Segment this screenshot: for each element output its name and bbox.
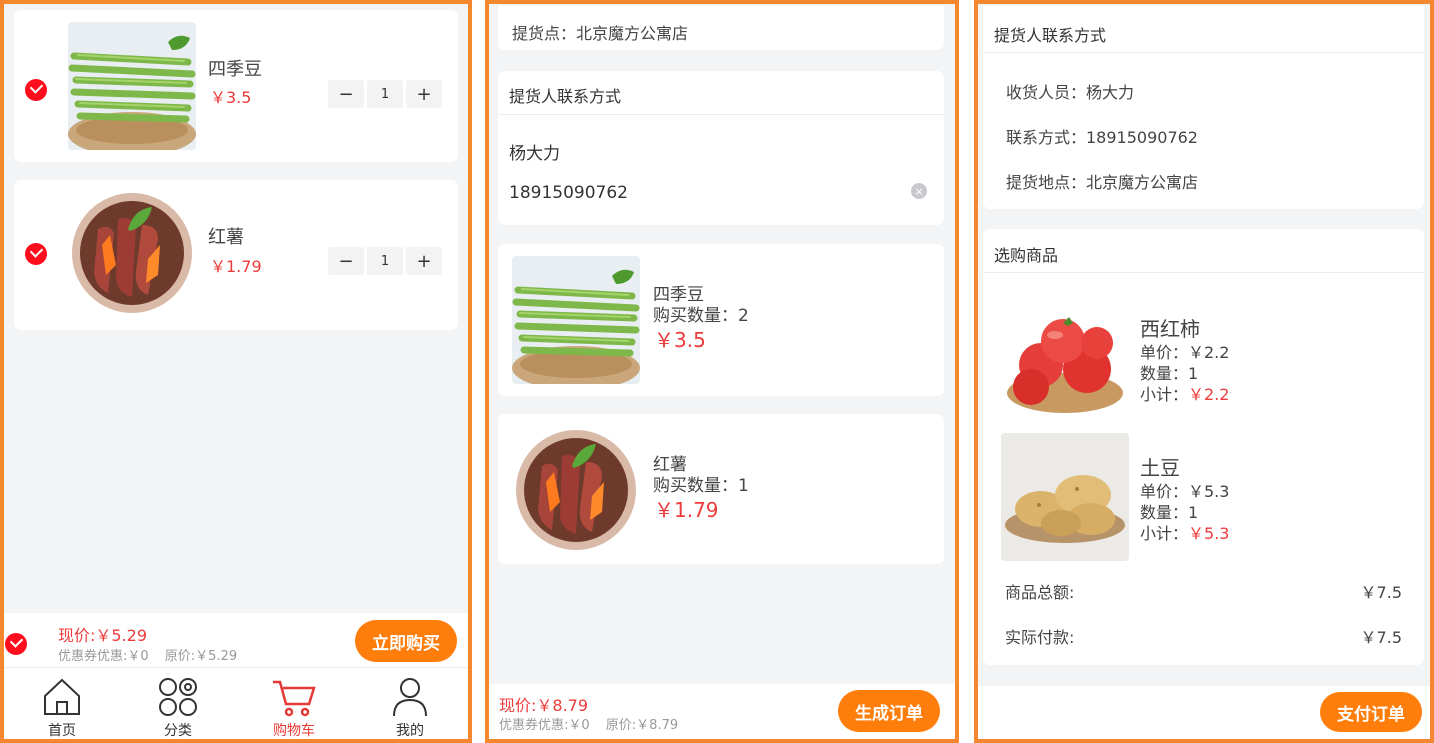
pay-bar: 支付订单 bbox=[978, 686, 1430, 739]
divider bbox=[983, 272, 1424, 273]
tab-label: 分类 bbox=[164, 723, 192, 739]
pickup-location: 提货地点：北京魔方公寓店 bbox=[1006, 173, 1199, 192]
user-icon bbox=[393, 678, 427, 717]
sweet-potato-image bbox=[68, 189, 196, 317]
item-name: 四季豆 bbox=[208, 59, 262, 80]
divider bbox=[498, 114, 944, 115]
contact-name-field[interactable]: 杨大力 bbox=[509, 139, 560, 164]
item-quantity: 购买数量：1 bbox=[653, 476, 749, 496]
subtotal-label: 小计： bbox=[1140, 524, 1189, 543]
goods-card: 选购商品 西红柿 单价：￥2.2 数量：1 小计：￥2.2 土豆 单价：￥5.3… bbox=[983, 229, 1424, 665]
pickup-point: 提货点：北京魔方公寓店 bbox=[512, 24, 689, 43]
tab-cart[interactable]: 购物车 bbox=[236, 668, 352, 739]
section-title: 选购商品 bbox=[994, 246, 1059, 265]
item-quantity: 购买数量：2 bbox=[653, 306, 749, 326]
create-order-button[interactable]: 生成订单 bbox=[838, 690, 940, 732]
increase-button[interactable]: + bbox=[406, 247, 442, 275]
tab-category[interactable]: 分类 bbox=[120, 668, 236, 739]
coupon-discount: 优惠券优惠:￥0 bbox=[499, 718, 590, 733]
coupon-discount: 优惠券优惠:￥0 bbox=[58, 649, 149, 664]
payment-screen: 提货人联系方式 收货人员：杨大力 联系方式：18915090762 提货地点：北… bbox=[974, 0, 1434, 743]
cart-icon bbox=[273, 680, 316, 717]
checked-icon[interactable] bbox=[25, 243, 47, 265]
original-price: 原价:￥8.79 bbox=[605, 718, 679, 733]
quantity-value[interactable]: 1 bbox=[367, 80, 403, 108]
tab-bar: 首页 分类 购物车 我的 bbox=[4, 667, 468, 739]
cart-screen: 四季豆 ￥3.5 − 1 + 红薯 ￥1.79 − 1 + 现价:￥5.29 优… bbox=[0, 0, 472, 743]
item-price: ￥1.79 bbox=[654, 498, 719, 522]
checkout-bar: 现价:￥8.79 优惠券优惠:￥0 原价:￥8.79 生成订单 bbox=[489, 684, 955, 739]
green-beans-image bbox=[512, 256, 640, 384]
pay-order-button[interactable]: 支付订单 bbox=[1320, 692, 1422, 732]
item-name: 西红柿 bbox=[1140, 317, 1200, 341]
section-title: 提货人联系方式 bbox=[509, 87, 622, 106]
quantity-stepper: − 1 + bbox=[328, 80, 442, 108]
contact-phone-field[interactable]: 18915090762 bbox=[509, 183, 628, 203]
home-icon bbox=[44, 678, 80, 715]
tab-home[interactable]: 首页 bbox=[4, 668, 120, 739]
item-name: 土豆 bbox=[1140, 456, 1180, 480]
increase-button[interactable]: + bbox=[406, 80, 442, 108]
clear-icon[interactable]: × bbox=[911, 183, 927, 199]
buy-now-button[interactable]: 立即购买 bbox=[355, 620, 457, 662]
decrease-button[interactable]: − bbox=[328, 80, 364, 108]
actual-payment-label: 实际付款: bbox=[1005, 628, 1075, 647]
receiver-name: 收货人员：杨大力 bbox=[1006, 83, 1135, 102]
potatoes-image bbox=[1001, 433, 1129, 561]
goods-total-label: 商品总额: bbox=[1005, 583, 1075, 602]
item-price: ￥3.5 bbox=[210, 88, 252, 107]
divider bbox=[983, 52, 1424, 53]
subtotal-value: ￥5.3 bbox=[1188, 524, 1230, 543]
subtotal-value: ￥2.2 bbox=[1188, 385, 1230, 404]
decrease-button[interactable]: − bbox=[328, 247, 364, 275]
tab-label: 首页 bbox=[48, 723, 76, 739]
tab-label: 购物车 bbox=[273, 723, 315, 739]
cart-item-card: 四季豆 ￥3.5 − 1 + bbox=[14, 10, 458, 162]
receiver-phone: 联系方式：18915090762 bbox=[1006, 128, 1198, 147]
tab-label: 我的 bbox=[396, 723, 424, 739]
price-breakdown: 优惠券优惠:￥0 原价:￥5.29 bbox=[58, 645, 249, 664]
select-all-icon[interactable] bbox=[5, 633, 27, 655]
order-item-card: 四季豆 购买数量：2 ￥3.5 bbox=[498, 244, 944, 396]
item-subtotal: 小计：￥2.2 bbox=[1140, 381, 1229, 405]
actual-payment-value: ￥7.5 bbox=[1360, 628, 1402, 647]
current-price: 现价:￥5.29 bbox=[58, 626, 148, 645]
price-breakdown: 优惠券优惠:￥0 原价:￥8.79 bbox=[499, 714, 690, 733]
green-beans-image bbox=[68, 22, 196, 150]
order-screen: 提货点：北京魔方公寓店 提货人联系方式 杨大力 18915090762 × 四季… bbox=[485, 0, 959, 743]
original-price: 原价:￥5.29 bbox=[164, 649, 238, 664]
tomatoes-image bbox=[1001, 297, 1129, 425]
goods-total-row: 商品总额: ￥7.5 bbox=[1005, 579, 1402, 603]
cart-item-card: 红薯 ￥1.79 − 1 + bbox=[14, 180, 458, 330]
goods-total-value: ￥7.5 bbox=[1360, 583, 1402, 602]
checkout-bar: 现价:￥5.29 优惠券优惠:￥0 原价:￥5.29 立即购买 bbox=[4, 613, 468, 671]
sweet-potato-image bbox=[512, 426, 640, 554]
tab-profile[interactable]: 我的 bbox=[352, 668, 468, 739]
contact-card: 提货人联系方式 杨大力 18915090762 × bbox=[498, 71, 944, 225]
order-item-card: 红薯 购买数量：1 ￥1.79 bbox=[498, 414, 944, 564]
checked-icon[interactable] bbox=[25, 79, 47, 101]
contact-info-card: 提货人联系方式 收货人员：杨大力 联系方式：18915090762 提货地点：北… bbox=[983, 6, 1424, 209]
subtotal-label: 小计： bbox=[1140, 385, 1189, 404]
item-price: ￥3.5 bbox=[654, 328, 706, 352]
item-name: 红薯 bbox=[208, 227, 244, 248]
actual-payment-row: 实际付款: ￥7.5 bbox=[1005, 624, 1402, 648]
item-subtotal: 小计：￥5.3 bbox=[1140, 520, 1229, 544]
quantity-stepper: − 1 + bbox=[328, 247, 442, 275]
section-title: 提货人联系方式 bbox=[994, 26, 1107, 45]
current-price: 现价:￥8.79 bbox=[499, 696, 589, 715]
item-price: ￥1.79 bbox=[210, 257, 262, 276]
pickup-point-card[interactable]: 提货点：北京魔方公寓店 bbox=[498, 6, 944, 50]
quantity-value[interactable]: 1 bbox=[367, 247, 403, 275]
category-icon bbox=[159, 678, 197, 716]
